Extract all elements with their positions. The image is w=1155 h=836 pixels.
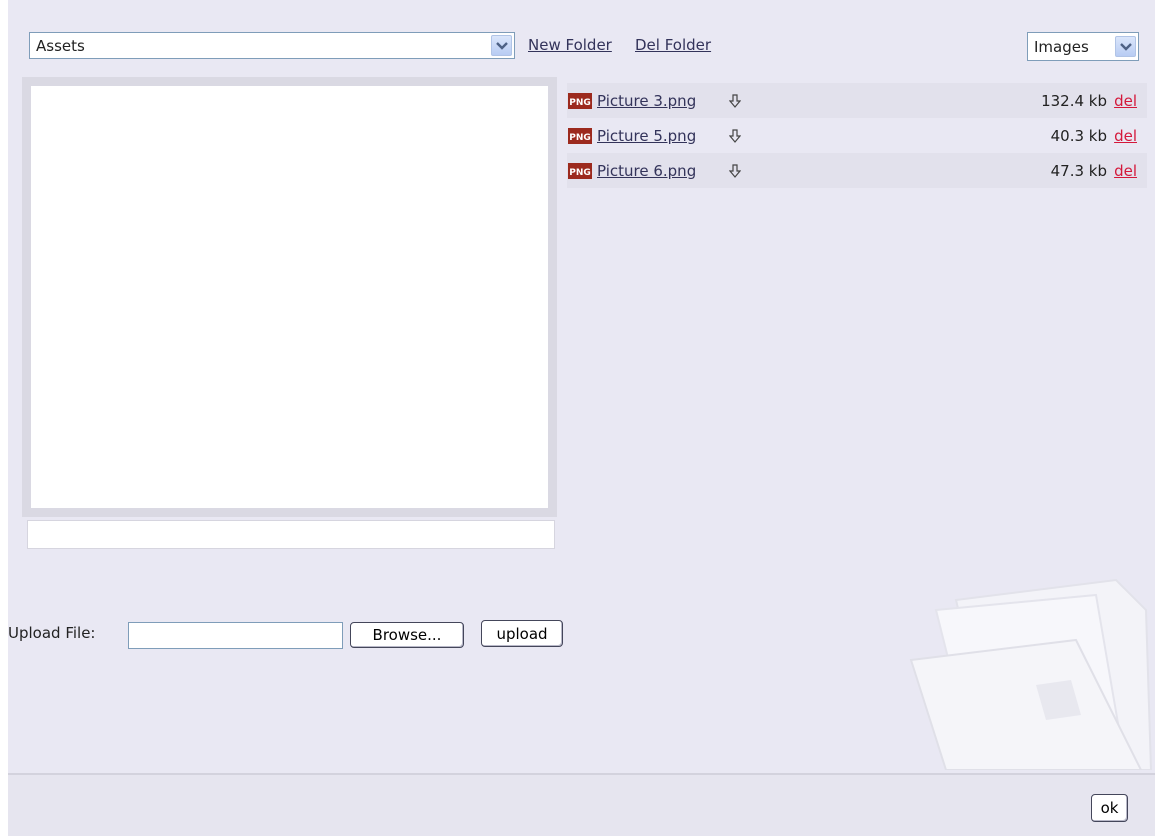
svg-text:PNG: PNG [569, 133, 591, 143]
download-arrow-icon[interactable] [725, 92, 745, 110]
svg-text:PNG: PNG [569, 168, 591, 178]
file-row: PNG Picture 6.png 47.3 kb del [567, 153, 1147, 188]
file-link[interactable]: Picture 5.png [597, 127, 725, 145]
file-size: 132.4 kb [1041, 91, 1107, 110]
delete-file-link[interactable]: del [1107, 162, 1147, 180]
folder-watermark-icon [896, 570, 1155, 774]
upload-button[interactable]: upload [481, 620, 563, 647]
asset-manager-dialog: Assets New Folder Del Folder Images PNG … [8, 0, 1155, 836]
file-row: PNG Picture 5.png 40.3 kb del [567, 118, 1147, 153]
file-size: 40.3 kb [1050, 126, 1107, 145]
upload-file-input[interactable] [128, 622, 343, 649]
chevron-down-icon[interactable] [1115, 36, 1136, 57]
chevron-down-icon[interactable] [491, 35, 512, 56]
png-file-icon: PNG [567, 91, 593, 111]
folder-select[interactable]: Assets [29, 32, 515, 59]
file-size: 47.3 kb [1050, 161, 1107, 180]
delete-file-link[interactable]: del [1107, 127, 1147, 145]
file-type-select[interactable]: Images [1027, 32, 1139, 61]
upload-file-label: Upload File: [8, 624, 96, 642]
ok-button[interactable]: ok [1091, 794, 1128, 822]
folder-select-value: Assets [36, 36, 85, 55]
svg-text:PNG: PNG [569, 98, 591, 108]
download-arrow-icon[interactable] [725, 162, 745, 180]
download-arrow-icon[interactable] [725, 127, 745, 145]
file-link[interactable]: Picture 6.png [597, 162, 725, 180]
file-row: PNG Picture 3.png 132.4 kb del [567, 83, 1147, 118]
dialog-footer [8, 773, 1155, 836]
delete-file-link[interactable]: del [1107, 92, 1147, 110]
png-file-icon: PNG [567, 161, 593, 181]
png-file-icon: PNG [567, 126, 593, 146]
file-list: PNG Picture 3.png 132.4 kb del PNG Pictu… [567, 83, 1147, 188]
image-preview-panel [22, 77, 557, 517]
new-folder-link[interactable]: New Folder [528, 36, 612, 54]
file-link[interactable]: Picture 3.png [597, 92, 725, 110]
preview-caption-field [27, 520, 555, 549]
file-type-select-value: Images [1034, 37, 1089, 56]
browse-button[interactable]: Browse... [350, 622, 464, 648]
image-preview-area [31, 86, 548, 508]
del-folder-link[interactable]: Del Folder [635, 36, 711, 54]
